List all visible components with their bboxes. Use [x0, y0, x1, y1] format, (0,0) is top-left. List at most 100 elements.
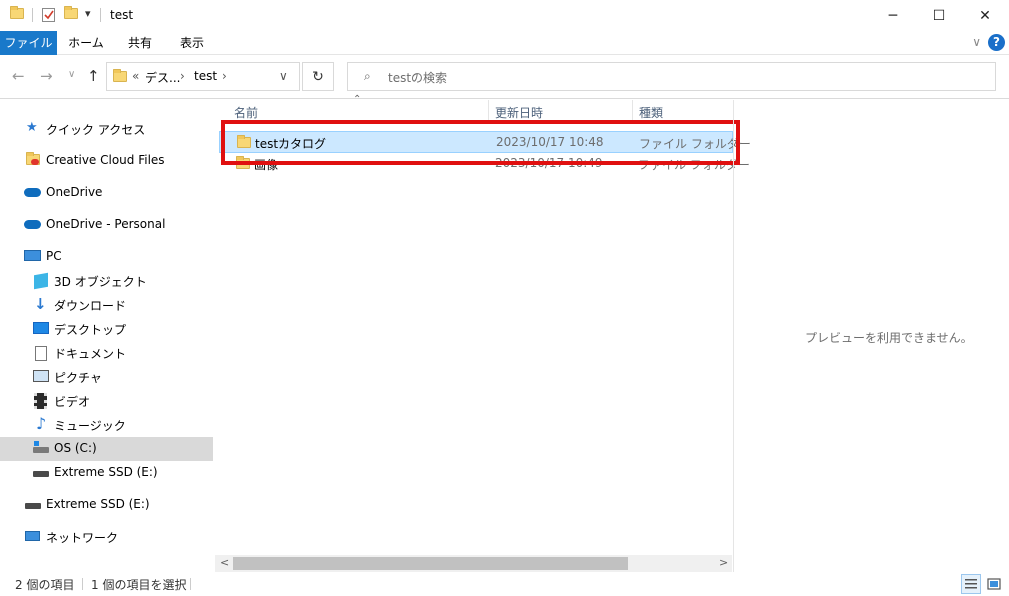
navigation-pane: ★ クイック アクセス Creative Cloud Files OneDriv…: [0, 100, 215, 570]
sidebar-item-label: ネットワーク: [46, 531, 119, 545]
divider: [32, 8, 33, 22]
sidebar-item-downloads[interactable]: ↓ ダウンロード: [0, 293, 213, 317]
window-title: test: [110, 8, 134, 22]
tab-home[interactable]: ホーム: [66, 31, 106, 55]
sidebar-item-label: OneDrive - Personal: [46, 217, 166, 231]
sidebar-item-music[interactable]: ♪ ミュージック: [0, 413, 213, 437]
folder-icon: [10, 6, 24, 22]
picture-icon: [33, 370, 49, 382]
quick-access-toolbar-dropdown-icon[interactable]: ▾: [85, 7, 91, 20]
sidebar-item-label: ミュージック: [54, 419, 126, 433]
expand-ribbon-icon[interactable]: ∨: [972, 35, 981, 49]
preview-message: プレビューを利用できません。: [805, 331, 973, 345]
sidebar-item-3d-objects[interactable]: 3D オブジェクト: [0, 269, 213, 293]
star-icon: ★: [26, 120, 38, 135]
sidebar-item-label: Extreme SSD (E:): [54, 465, 158, 479]
sidebar-item-label: 3D オブジェクト: [54, 275, 147, 289]
divider: [82, 578, 83, 590]
recent-locations-icon[interactable]: ∨: [68, 69, 75, 80]
scroll-left-icon[interactable]: <: [220, 556, 229, 569]
new-folder-icon[interactable]: [64, 6, 78, 22]
breadcrumb-separator[interactable]: ›: [180, 69, 185, 83]
ribbon-tabs: ファイル ホーム 共有 表示 ∨ ?: [0, 31, 1009, 55]
forward-button[interactable]: →: [40, 67, 53, 85]
sidebar-item-extreme-ssd-1[interactable]: Extreme SSD (E:): [0, 461, 213, 485]
usb-drive-icon: [33, 471, 49, 477]
sidebar-item-documents[interactable]: ドキュメント: [0, 341, 213, 365]
status-bar: 2 個の項目 1 個の項目を選択: [0, 572, 1009, 596]
sidebar-item-onedrive[interactable]: OneDrive: [0, 181, 213, 205]
up-button[interactable]: ↑: [87, 67, 100, 85]
details-view-button[interactable]: [961, 574, 981, 594]
sidebar-item-label: OneDrive: [46, 185, 103, 199]
help-icon[interactable]: ?: [988, 34, 1005, 51]
properties-check-icon[interactable]: [42, 8, 55, 22]
sidebar-item-onedrive-personal[interactable]: OneDrive - Personal: [0, 213, 213, 237]
selected-count: 1 個の項目を選択: [91, 578, 187, 592]
sidebar-item-label: デスクトップ: [54, 323, 127, 337]
large-icons-view-button[interactable]: [984, 574, 1004, 594]
desktop-icon: [33, 322, 49, 334]
sidebar-item-label: ドキュメント: [54, 347, 127, 361]
cloud-icon: [24, 188, 41, 197]
scroll-right-icon[interactable]: >: [719, 556, 728, 569]
search-input[interactable]: ⌕ testの検索: [347, 62, 996, 91]
large-icons-view-icon: [987, 578, 1001, 590]
sidebar-item-extreme-ssd-2[interactable]: Extreme SSD (E:): [0, 493, 213, 517]
breadcrumb-overflow[interactable]: «: [132, 69, 139, 83]
close-button[interactable]: ✕: [962, 0, 1008, 31]
breadcrumb-item-test[interactable]: test: [194, 69, 217, 83]
sidebar-item-pc[interactable]: PC: [0, 245, 213, 269]
preview-divider[interactable]: [733, 100, 734, 572]
pc-icon: [24, 250, 41, 261]
sidebar-item-label: OS (C:): [54, 441, 97, 455]
sidebar-item-pictures[interactable]: ピクチャ: [0, 365, 213, 389]
download-icon: ↓: [34, 295, 47, 313]
search-placeholder: testの検索: [388, 71, 448, 85]
navigation-bar: ← → ∨ ↑ « デス... › test › ∨ ↻ ⌕ testの検索: [0, 55, 1009, 99]
divider: [190, 578, 191, 590]
sidebar-item-videos[interactable]: ビデオ: [0, 389, 213, 413]
breadcrumb-item-desktop[interactable]: デス...: [145, 69, 180, 86]
tab-file[interactable]: ファイル: [0, 31, 57, 55]
sidebar-item-label: PC: [46, 249, 62, 263]
sidebar-item-network[interactable]: ネットワーク: [0, 525, 213, 549]
video-icon: [34, 393, 47, 409]
3d-objects-icon: [34, 272, 48, 290]
sort-ascending-icon: ⌃: [353, 94, 362, 105]
address-dropdown-icon[interactable]: ∨: [279, 69, 288, 83]
back-button[interactable]: ←: [12, 67, 25, 85]
music-icon: ♪: [36, 414, 47, 433]
usb-drive-icon: [25, 503, 41, 509]
cloud-icon: [24, 220, 41, 229]
refresh-button[interactable]: ↻: [302, 62, 334, 91]
sidebar-item-creative-cloud[interactable]: Creative Cloud Files: [0, 149, 213, 173]
sidebar-item-label: ビデオ: [54, 395, 91, 409]
sidebar-item-quick-access[interactable]: ★ クイック アクセス: [0, 117, 213, 141]
minimize-button[interactable]: ─: [870, 0, 916, 31]
highlight-box: [221, 120, 740, 165]
horizontal-scrollbar[interactable]: < >: [215, 555, 732, 572]
sidebar-item-label: Creative Cloud Files: [46, 153, 165, 167]
sidebar-item-os-c[interactable]: OS (C:): [0, 437, 213, 461]
sidebar-item-label: クイック アクセス: [46, 123, 146, 137]
sidebar-item-label: ダウンロード: [54, 299, 127, 313]
network-icon: [25, 531, 40, 541]
tab-view[interactable]: 表示: [172, 31, 212, 55]
windows-logo-icon: [34, 441, 39, 446]
document-icon: [35, 346, 47, 361]
item-count: 2 個の項目: [15, 578, 75, 592]
details-view-icon: [965, 579, 977, 589]
title-bar: ▾ test ─ ☐ ✕: [0, 0, 1009, 31]
sidebar-item-desktop[interactable]: デスクトップ: [0, 317, 213, 341]
tab-share[interactable]: 共有: [120, 31, 160, 55]
creative-cloud-folder-icon: [26, 152, 41, 168]
sidebar-item-label: ピクチャ: [54, 371, 102, 385]
sidebar-item-label: Extreme SSD (E:): [46, 497, 150, 511]
scrollbar-thumb[interactable]: [233, 557, 628, 570]
address-bar[interactable]: « デス... › test › ∨: [106, 62, 300, 91]
breadcrumb-separator[interactable]: ›: [222, 69, 227, 83]
folder-icon: [113, 69, 127, 85]
divider: [100, 8, 101, 22]
maximize-button[interactable]: ☐: [916, 0, 962, 31]
